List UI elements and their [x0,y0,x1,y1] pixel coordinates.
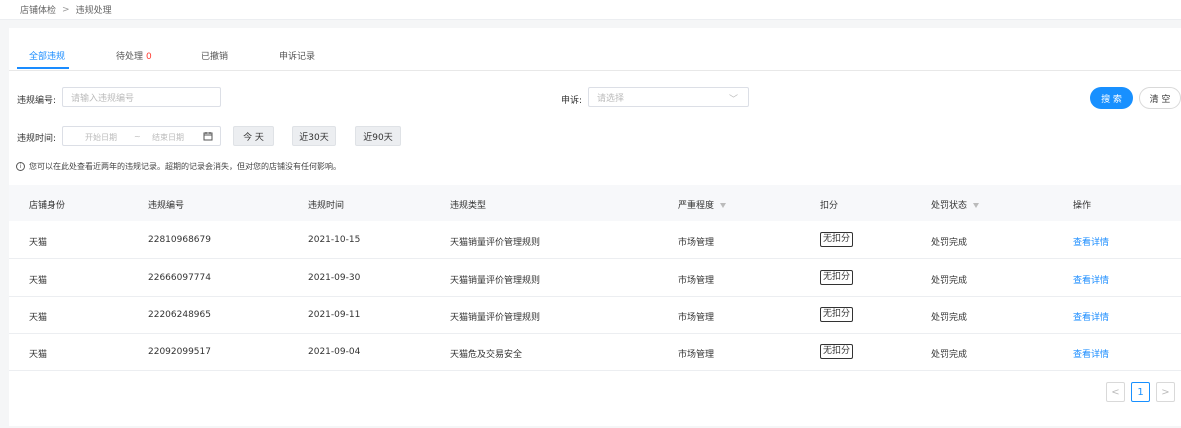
pending-count-badge: 0 [146,52,152,62]
col-type: 违规类型 [450,201,487,211]
breadcrumb-current: 违规处理 [75,6,112,16]
quick-today-label: 今 天 [243,132,264,143]
filter-icon[interactable] [973,203,980,208]
col-deduct: 扣分 [820,201,839,211]
cell-status: 处罚完成 [931,238,968,248]
cell-type: 天猫销量评价管理规则 [450,276,541,286]
view-details-link[interactable]: 查看详情 [1073,273,1109,286]
cell-time: 2021-09-11 [308,310,361,320]
deduct-badge: 无扣分 [820,344,854,359]
info-icon: i [16,162,25,171]
tab-revoked-label: 已撤销 [201,52,229,62]
tab-all[interactable]: 全部违规 [29,49,65,62]
cell-type: 天猫销量评价管理规则 [450,238,541,248]
breadcrumb: 店铺体检 > 违规处理 [0,0,1181,20]
breadcrumb-separator: > [62,4,70,15]
cell-shop: 天猫 [29,313,48,323]
col-status: 处罚状态 [931,198,980,211]
col-action: 操作 [1073,201,1092,211]
tab-bar: 全部违规 待处理 0 已撤销 申诉记录 [9,28,1181,71]
quick-30days-label: 近30天 [299,132,329,143]
notice-text: i 您可以在此处查看近两年的违规记录。超期的记录会消失，但对您的店铺没有任何影响… [16,161,341,172]
col-status-label: 处罚状态 [931,201,968,211]
view-details-link[interactable]: 查看详情 [1073,310,1109,323]
clear-button[interactable]: 清 空 [1139,87,1181,109]
cell-time: 2021-10-15 [308,235,361,245]
quick-30days-button[interactable]: 近30天 [292,126,336,146]
range-separator: ~ [134,132,141,141]
cell-severity: 市场管理 [678,238,715,248]
cell-id: 22810968679 [148,235,211,245]
view-details-link[interactable]: 查看详情 [1073,347,1109,360]
cell-id: 22666097774 [148,273,211,283]
appeal-placeholder: 请选择 [597,93,625,104]
tab-appeal-records[interactable]: 申诉记录 [279,49,315,62]
cell-severity: 市场管理 [678,276,715,286]
table-row: 天猫 22206248965 2021-09-11 天猫销量评价管理规则 市场管… [9,296,1181,334]
cell-time: 2021-09-30 [308,273,361,283]
quick-today-button[interactable]: 今 天 [233,126,274,146]
col-id: 违规编号 [148,201,185,211]
prev-page-icon: < [1111,386,1120,398]
start-date-placeholder: 开始日期 [85,133,117,142]
cell-severity: 市场管理 [678,313,715,323]
page-1-button[interactable]: 1 [1131,382,1150,402]
table-row: 天猫 22092099517 2021-09-04 天猫危及交易安全 市场管理 … [9,333,1181,371]
violation-time-label: 违规时间: [17,134,57,144]
next-page-icon: > [1161,386,1170,398]
table-row: 天猫 22810968679 2021-10-15 天猫销量评价管理规则 市场管… [9,221,1181,259]
deduct-badge: 无扣分 [820,270,854,285]
quick-90days-label: 近90天 [363,132,393,143]
table-row: 天猫 22666097774 2021-09-30 天猫销量评价管理规则 市场管… [9,259,1181,297]
tab-appeal-label: 申诉记录 [279,52,316,62]
active-tab-indicator [17,67,69,69]
search-button-label: 搜 索 [1101,94,1122,105]
cell-type: 天猫危及交易安全 [450,350,523,360]
chevron-down-icon: ﹀ [728,95,738,105]
calendar-icon [203,131,213,143]
col-severity-label: 严重程度 [678,201,715,211]
appeal-select[interactable]: 请选择 ﹀ [588,87,749,107]
cell-status: 处罚完成 [931,276,968,286]
cell-type: 天猫销量评价管理规则 [450,313,541,323]
page-1-label: 1 [1137,386,1144,398]
notice-message: 您可以在此处查看近两年的违规记录。超期的记录会消失，但对您的店铺没有任何影响。 [29,162,341,171]
quick-90days-button[interactable]: 近90天 [355,126,401,146]
view-details-link[interactable]: 查看详情 [1073,235,1109,248]
clear-button-label: 清 空 [1149,94,1171,105]
violation-id-input[interactable]: 请输入违规编号 [62,87,221,107]
violation-id-label: 违规编号: [17,96,57,106]
appeal-label: 申诉: [561,96,583,106]
date-range-picker[interactable]: 开始日期 ~ 结束日期 [62,126,221,146]
col-severity: 严重程度 [678,198,727,211]
tab-all-label: 全部违规 [29,52,66,62]
cell-id: 22092099517 [148,347,211,357]
cell-status: 处罚完成 [931,313,968,323]
main-panel: 全部违规 待处理 0 已撤销 申诉记录 违规编号: 请输入违规编号 申诉: 请选择… [9,28,1181,426]
deduct-badge: 无扣分 [820,232,854,247]
table-header: 店铺身份 违规编号 违规时间 违规类型 严重程度 扣分 处罚状态 操作 [9,185,1181,221]
prev-page-button[interactable]: < [1106,382,1125,402]
cell-shop: 天猫 [29,276,48,286]
filter-icon[interactable] [720,203,727,208]
cell-status: 处罚完成 [931,350,968,360]
deduct-badge: 无扣分 [820,307,854,322]
col-shop: 店铺身份 [29,201,66,211]
next-page-button[interactable]: > [1156,382,1175,402]
tab-revoked[interactable]: 已撤销 [201,49,228,62]
end-date-placeholder: 结束日期 [152,133,184,142]
cell-id: 22206248965 [148,310,211,320]
cell-shop: 天猫 [29,238,48,248]
tab-pending-label: 待处理 [116,52,144,62]
tab-pending[interactable]: 待处理 0 [116,49,152,62]
cell-shop: 天猫 [29,350,48,360]
cell-time: 2021-09-04 [308,347,361,357]
search-button[interactable]: 搜 索 [1090,87,1133,109]
violation-id-placeholder: 请输入违规编号 [71,93,135,104]
col-time: 违规时间 [308,201,345,211]
breadcrumb-root[interactable]: 店铺体检 [20,3,56,16]
cell-severity: 市场管理 [678,350,715,360]
